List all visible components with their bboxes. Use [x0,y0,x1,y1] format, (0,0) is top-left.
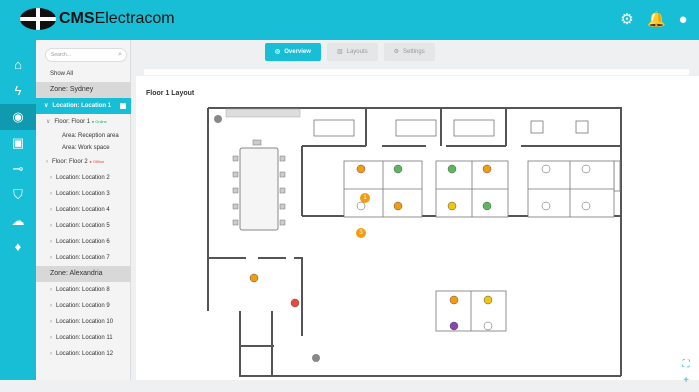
location-list-a: › Location: Location 2 › Location: Location… [36,170,131,266]
checkbox-icon[interactable] [120,103,126,109]
chevron-right-icon: › [50,175,52,181]
location-item[interactable]: › Location: Location 9 [36,298,131,314]
chevron-right-icon: › [50,239,52,245]
tab-settings[interactable]: ⚙ Settings [383,43,435,61]
search-icon: ⌕ [118,51,122,58]
filter-strip [144,69,689,75]
chevron-right-icon: › [50,287,52,293]
tab-overview[interactable]: ◎ Overview [265,43,321,61]
location-list-b: › Location: Location 8 › Location: Location… [36,282,131,362]
brand-light: Electracom [94,10,175,27]
floor-item[interactable]: ∨ Floor: Floor 1 ● Online [36,114,131,130]
chevron-right-icon: › [50,223,52,229]
chevron-right-icon: › [50,207,52,213]
zoom-in-icon[interactable]: + [681,376,691,386]
location-item[interactable]: › Location: Location 3 [36,186,131,202]
water-icon[interactable]: ♦ [0,234,36,260]
brand-bold: CMS [59,10,95,27]
top-bar: CMSElectracom ⚙ 🔔 ● [0,0,699,40]
chevron-right-icon: › [50,319,52,325]
location-tree: Show All Zone: Sydney ∨ Location: Locatio… [36,66,131,362]
location-item[interactable]: › Location: Location 12 [36,346,131,362]
top-actions: ⚙ 🔔 ● [619,12,691,28]
area-item[interactable]: Area: Work space [36,142,131,154]
user-account-icon[interactable]: ● [675,12,691,28]
chevron-right-icon: › [50,303,52,309]
chevron-right-icon: › [50,351,52,357]
location-item[interactable]: › Location: Location 10 [36,314,131,330]
main-area: ◎ Overview ▥ Layouts ⚙ Settings Floor 1 Lay… [132,40,699,386]
location-item[interactable]: › Location: Location 4 [36,202,131,218]
search-input[interactable]: Search... ⌕ [45,48,127,62]
floor-plan-card: Floor 1 Layout 1 3 ⛶ + [136,76,699,386]
floor-plan [207,107,622,377]
people-icon[interactable]: ◉ [0,104,36,130]
chevron-down-icon: ∨ [44,103,49,109]
status-offline: ● Offline [89,159,105,164]
eye-icon: ◎ [275,49,281,55]
location-item-selected[interactable]: ∨ Location: Location 1 [36,98,131,114]
chevron-right-icon: › [50,335,52,341]
chevron-right-icon: › [50,191,52,197]
zone-header[interactable]: Zone: Sydney [36,82,131,98]
cloud-icon[interactable]: ☁ [0,208,36,234]
location-item[interactable]: › Location: Location 2 [36,170,131,186]
layout-icon: ▥ [336,49,343,55]
home-icon[interactable]: ⌂ [0,52,36,78]
device-marker[interactable]: 1 [360,193,370,203]
chevron-right-icon: › [50,255,52,261]
area-item[interactable]: Area: Reception area [36,130,131,142]
brand-logo[interactable]: CMSElectracom [20,8,175,30]
device-marker[interactable]: 3 [356,228,366,238]
map-controls: ⛶ + [681,360,691,392]
logo-mark-icon [20,8,56,30]
show-all-item[interactable]: Show All [36,66,131,82]
status-online: ● Online [91,119,107,124]
location-item[interactable]: › Location: Location 8 [36,282,131,298]
location-tree-panel: Search... ⌕ Show All Zone: Sydney ∨ Locat… [36,40,131,380]
chevron-right-icon: › [46,159,48,165]
location-item[interactable]: › Location: Location 7 [36,250,131,266]
key-icon[interactable]: ⊸ [0,156,36,182]
view-tabs: ◎ Overview ▥ Layouts ⚙ Settings [265,43,435,61]
fit-screen-icon[interactable]: ⛶ [681,360,691,370]
tab-layouts[interactable]: ▥ Layouts [326,43,378,61]
shield-icon[interactable]: ⛉ [0,182,36,208]
panel-icon[interactable]: ▣ [0,130,36,156]
chevron-down-icon: ∨ [46,119,51,125]
location-item[interactable]: › Location: Location 11 [36,330,131,346]
location-item[interactable]: › Location: Location 6 [36,234,131,250]
location-item[interactable]: › Location: Location 5 [36,218,131,234]
bolt-icon[interactable]: ϟ [0,78,36,104]
alarm-bell-icon[interactable]: 🔔 [647,12,666,28]
icon-rail: ⌂ ϟ ◉ ▣ ⊸ ⛉ ☁ ♦ [0,40,36,380]
settings-gear-icon[interactable]: ⚙ [619,12,635,28]
gear-icon: ⚙ [393,49,400,55]
zone-header[interactable]: Zone: Alexandria [36,266,131,282]
floor-item[interactable]: › Floor: Floor 2 ● Offline [36,154,131,170]
